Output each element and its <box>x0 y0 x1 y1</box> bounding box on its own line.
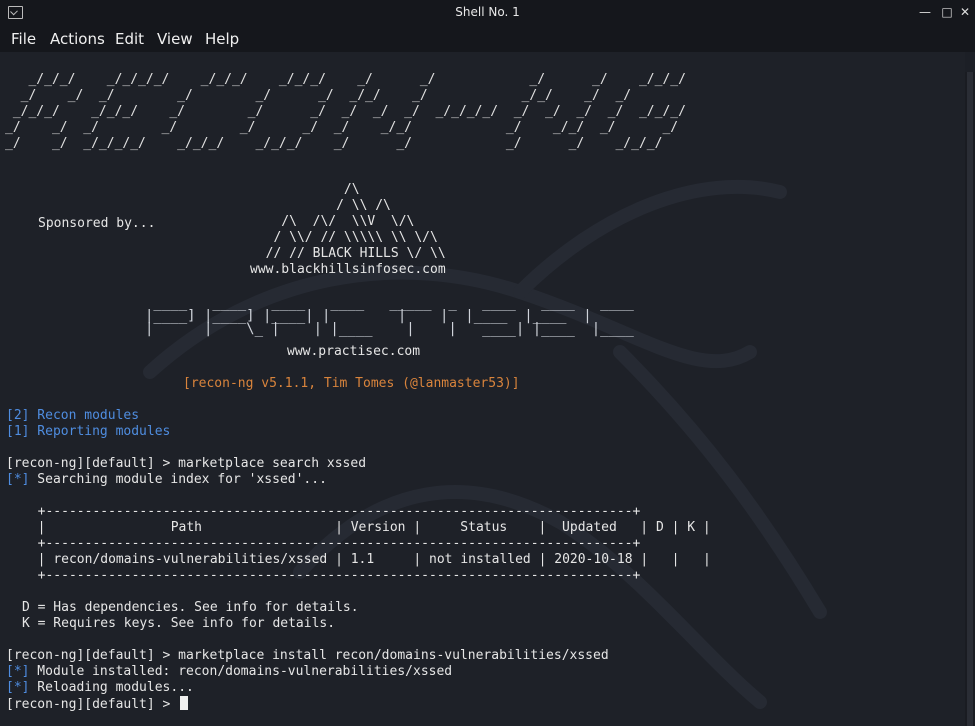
recon-ng-banner: _/_/_/ _/_/_/_/ _/_/_/ _/_/_/ _/ _/ _/ _… <box>5 72 686 152</box>
scrollbar[interactable] <box>965 72 975 726</box>
window-title: Shell No. 1 <box>455 5 520 19</box>
menu-help[interactable]: Help <box>205 30 239 48</box>
sponsor-label: Sponsored by... <box>38 216 156 231</box>
menu-actions[interactable]: Actions <box>50 30 105 48</box>
terminal-output[interactable]: _/_/_/ _/_/_/_/ _/_/_/ _/_/_/ _/ _/ _/ _… <box>0 52 965 726</box>
menu-file[interactable]: File <box>11 30 36 48</box>
legend-line: D = Has dependencies. See info for detai… <box>22 600 359 615</box>
practisec-logo: ____ ____ ____ ____ _____ _ ____ ____ __… <box>145 296 634 337</box>
banner-line: _/ _/ _/ _/ _/ _/ _/ _/_/ _/ _/_/ _/ _/ <box>5 120 679 135</box>
logo-line: /\ /\/ \\V \/\ <box>250 214 415 229</box>
status-text: Searching module index for 'xssed'... <box>29 472 327 487</box>
scrollbar-thumb[interactable] <box>967 72 973 726</box>
banner-line: _/ _/ _/ _/ _/ _/ _/_/ _/ _/_/ _/ _/ <box>5 88 632 103</box>
command-line: [recon-ng][default] > marketplace search… <box>6 456 367 471</box>
logo-line: | | \_ | | |____ | | ____| |____ |____ <box>145 321 634 337</box>
version-line: [recon-ng v5.1.1, Tim Tomes (@lanmaster5… <box>183 376 520 391</box>
title-bar: Shell No. 1 — □ ✕ <box>0 0 975 26</box>
status-line: [*] Searching module index for 'xssed'..… <box>6 472 327 488</box>
bhis-url: www.blackhillsinfosec.com <box>250 262 446 277</box>
status-line: [*] Reloading modules... <box>6 680 194 696</box>
banner-line: _/_/_/ _/_/_/ _/ _/ _/ _/ _/ _/ _/_/_/_/… <box>5 104 686 119</box>
table-cell-updated: 2020-10-18 <box>554 552 633 567</box>
info-marker: [*] <box>6 472 30 487</box>
menu-edit[interactable]: Edit <box>115 30 144 48</box>
text-cursor <box>180 696 189 710</box>
table-cell-version: 1.1 <box>350 552 375 567</box>
command-line: [recon-ng][default] > marketplace instal… <box>6 648 609 663</box>
logo-line: // // BLACK HILLS \/ \\ <box>250 246 446 261</box>
prompt-text: [recon-ng][default] > <box>6 697 179 712</box>
table-cell-path: recon/domains-vulnerabilities/xssed <box>53 552 328 567</box>
logo-line: / \\/ // \\\\\ \\ \/\ <box>250 230 438 245</box>
info-marker: [*] <box>6 664 30 679</box>
legend-line: K = Requires keys. See info for details. <box>22 616 336 631</box>
reporting-modules-count: [1] Reporting modules <box>6 424 171 439</box>
table-cell-status: not installed <box>429 552 531 567</box>
info-marker: [*] <box>6 680 30 695</box>
close-icon[interactable]: ✕ <box>957 4 973 20</box>
menu-bar: File Actions Edit View Help <box>0 26 975 52</box>
maximize-icon[interactable]: □ <box>939 4 955 20</box>
menu-view[interactable]: View <box>157 30 193 48</box>
prompt-line[interactable]: [recon-ng][default] > <box>6 696 189 713</box>
status-text: Reloading modules... <box>29 680 194 695</box>
results-table: +---------------------------------------… <box>37 504 711 583</box>
minimize-icon[interactable]: — <box>917 4 933 20</box>
logo-line: /\ <box>250 182 360 197</box>
status-text: Module installed: recon/domains-vulnerab… <box>29 664 453 679</box>
banner-line: _/_/_/ _/_/_/_/ _/_/_/ _/_/_/ _/ _/ _/ _… <box>5 72 686 87</box>
logo-line: / \\ /\ <box>250 198 391 213</box>
banner-line: _/ _/ _/_/_/_/ _/_/_/ _/_/_/ _/ _/ _/ _/… <box>5 136 663 151</box>
black-hills-logo: /\ / \\ /\ /\ /\/ \\V \/\ / \\/ // \\\\\… <box>250 182 446 278</box>
practisec-url: www.practisec.com <box>287 344 421 359</box>
status-line: [*] Module installed: recon/domains-vuln… <box>6 664 452 680</box>
recon-modules-count: [2] Recon modules <box>6 408 140 423</box>
